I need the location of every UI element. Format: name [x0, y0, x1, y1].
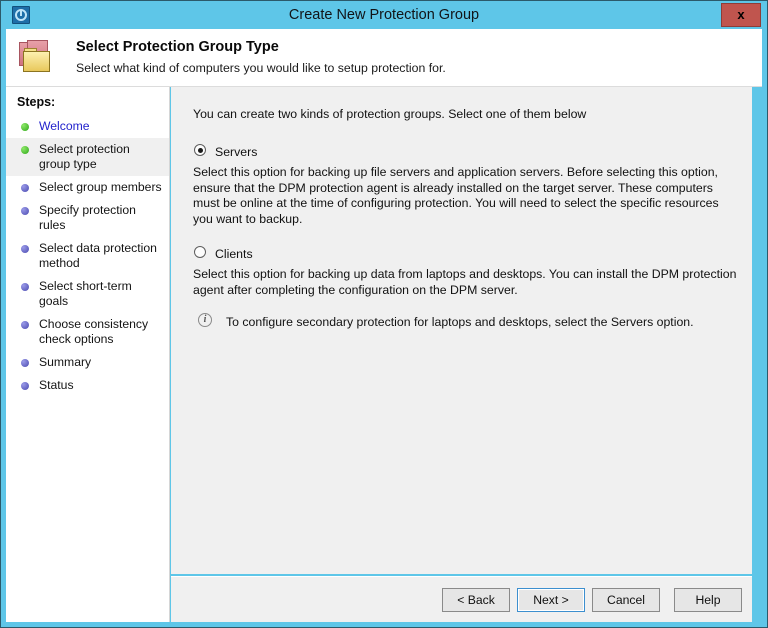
steps-list: Welcome Select protection group type Sel… [6, 115, 169, 397]
sidebar-item-summary[interactable]: Summary [6, 351, 169, 374]
folder-group-icon [19, 40, 59, 76]
bullet-icon [21, 207, 29, 215]
bullet-icon [21, 382, 29, 390]
option-clients: Clients Select this option for backing u… [193, 245, 740, 331]
radio-clients-label: Clients [215, 247, 253, 261]
sidebar-item-select-group-members[interactable]: Select group members [6, 176, 169, 199]
option-clients-description: Select this option for backing up data f… [193, 267, 740, 298]
bullet-icon [21, 321, 29, 329]
radio-clients-indicator[interactable] [194, 246, 206, 258]
title-bar: Create New Protection Group x [1, 1, 767, 29]
steps-heading: Steps: [17, 95, 55, 109]
dialog-button-bar: < Back Next > Cancel Help [171, 576, 752, 624]
next-button[interactable]: Next > [517, 588, 585, 612]
bullet-icon [21, 146, 29, 154]
folder-front [23, 51, 50, 72]
close-button[interactable]: x [721, 3, 761, 27]
sidebar-item-specify-protection-rules[interactable]: Specify protection rules [6, 199, 169, 237]
radio-servers-label: Servers [215, 145, 257, 159]
bullet-icon [21, 123, 29, 131]
window-bottom-frame [1, 622, 767, 627]
sidebar-item-label: Select protection group type [39, 142, 130, 171]
sidebar-item-label: Summary [39, 355, 91, 369]
cancel-button[interactable]: Cancel [592, 588, 660, 612]
dialog-window: Create New Protection Group x Select Pro… [0, 0, 768, 628]
option-servers-description: Select this option for backing up file s… [193, 165, 740, 227]
bullet-icon [21, 283, 29, 291]
sidebar-item-status[interactable]: Status [6, 374, 169, 397]
content-panel: You can create two kinds of protection g… [171, 87, 752, 574]
radio-clients[interactable]: Clients [193, 245, 740, 261]
sidebar-item-select-data-protection-method[interactable]: Select data protection method [6, 237, 169, 275]
page-subtitle: Select what kind of computers you would … [76, 61, 446, 75]
option-servers: Servers Select this option for backing u… [193, 143, 740, 227]
sidebar-item-select-protection-group-type[interactable]: Select protection group type [6, 138, 169, 176]
radio-servers[interactable]: Servers [193, 143, 740, 159]
window-title: Create New Protection Group [1, 1, 767, 29]
steps-sidebar: Steps: Welcome Select protection group t… [6, 87, 170, 624]
page-title: Select Protection Group Type [76, 39, 279, 55]
sidebar-item-welcome[interactable]: Welcome [6, 115, 169, 138]
info-icon: i [198, 313, 212, 327]
sidebar-item-label: Select group members [39, 180, 162, 194]
back-button[interactable]: < Back [442, 588, 510, 612]
wizard-header: Select Protection Group Type Select what… [6, 29, 762, 87]
bullet-icon [21, 245, 29, 253]
info-note-text: To configure secondary protection for la… [226, 315, 694, 329]
sidebar-item-label: Select short-term goals [39, 279, 132, 308]
radio-servers-indicator[interactable] [194, 144, 206, 156]
bullet-icon [21, 359, 29, 367]
sidebar-item-choose-consistency-check-options[interactable]: Choose consistency check options [6, 313, 169, 351]
intro-text: You can create two kinds of protection g… [193, 107, 740, 121]
bullet-icon [21, 184, 29, 192]
sidebar-item-label: Status [39, 378, 74, 392]
sidebar-item-label: Choose consistency check options [39, 317, 148, 346]
help-button[interactable]: Help [674, 588, 742, 612]
sidebar-item-label: Welcome [39, 119, 90, 133]
sidebar-item-label: Select data protection method [39, 241, 157, 270]
info-note: i To configure secondary protection for … [193, 313, 740, 331]
sidebar-item-select-short-term-goals[interactable]: Select short-term goals [6, 275, 169, 313]
sidebar-item-label: Specify protection rules [39, 203, 136, 232]
